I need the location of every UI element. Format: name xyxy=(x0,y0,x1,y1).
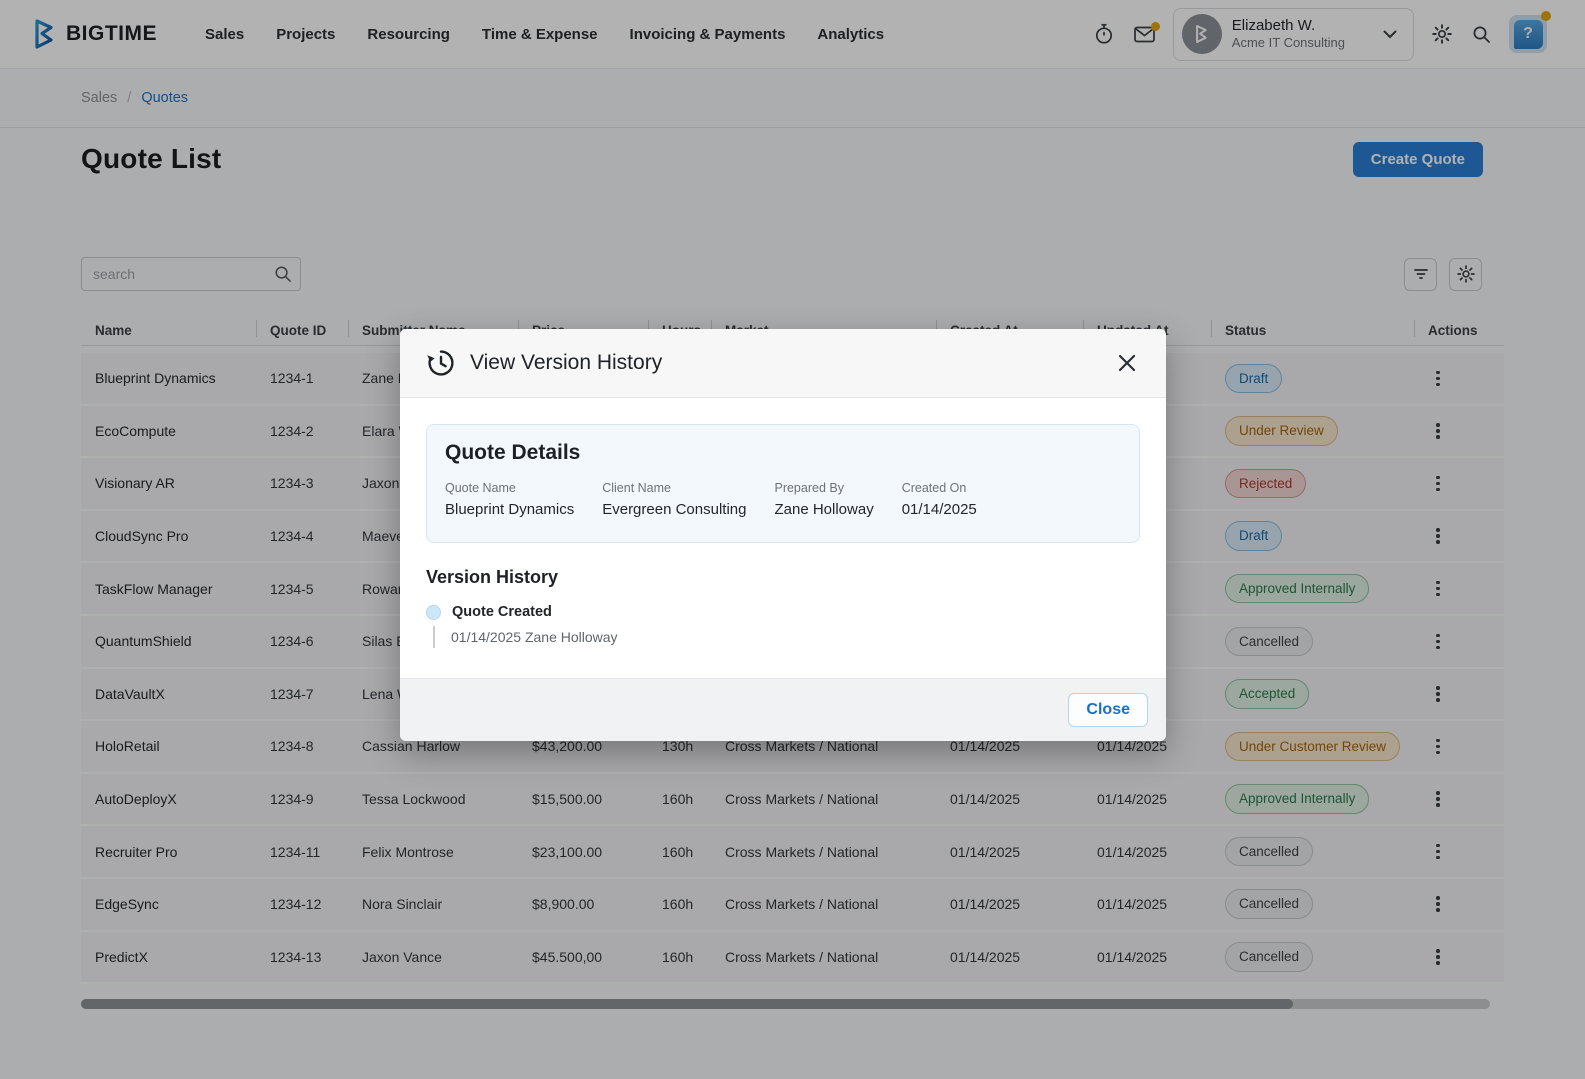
timeline-event-detail: 01/14/2025 Zane Holloway xyxy=(451,629,618,645)
modal-footer: Close xyxy=(400,678,1166,741)
version-history-heading: Version History xyxy=(426,567,1140,588)
timeline-event: Quote Created 01/14/2025 Zane Holloway xyxy=(426,604,1140,648)
close-icon[interactable] xyxy=(1114,350,1140,376)
history-icon xyxy=(426,348,456,378)
field-label: Quote Name xyxy=(445,481,574,495)
field-label: Prepared By xyxy=(774,481,873,495)
quote-details-card: Quote Details Quote Name Blueprint Dynam… xyxy=(426,424,1140,543)
close-button[interactable]: Close xyxy=(1068,693,1148,727)
modal-header: View Version History xyxy=(400,329,1166,398)
timeline-connector xyxy=(433,626,435,648)
field-quote-name: Quote Name Blueprint Dynamics xyxy=(445,481,574,518)
timeline-dot xyxy=(426,605,441,620)
field-value: Blueprint Dynamics xyxy=(445,501,574,518)
field-value: Evergreen Consulting xyxy=(602,501,746,518)
field-label: Created On xyxy=(902,481,977,495)
field-value: Zane Holloway xyxy=(774,501,873,518)
field-created-on: Created On 01/14/2025 xyxy=(902,481,977,518)
field-value: 01/14/2025 xyxy=(902,501,977,518)
field-client-name: Client Name Evergreen Consulting xyxy=(602,481,746,518)
field-label: Client Name xyxy=(602,481,746,495)
field-prepared-by: Prepared By Zane Holloway xyxy=(774,481,873,518)
modal-title: View Version History xyxy=(470,351,662,375)
timeline-event-title: Quote Created xyxy=(452,604,552,620)
version-history-modal: View Version History Quote Details Quote… xyxy=(400,329,1166,741)
quote-details-heading: Quote Details xyxy=(445,441,1121,465)
